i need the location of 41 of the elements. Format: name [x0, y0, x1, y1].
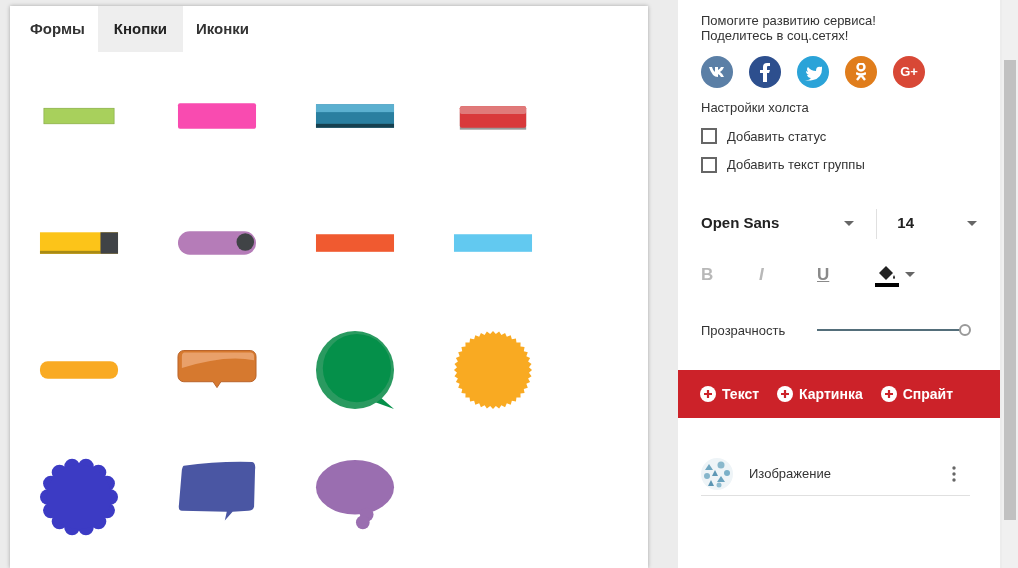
checkbox[interactable]	[701, 156, 717, 173]
section-title: Настройки холста	[701, 99, 810, 117]
bar-shape[interactable]	[316, 103, 394, 128]
tab[interactable]: Иконки	[185, 6, 261, 52]
callout-shape[interactable]	[177, 349, 257, 388]
add-button[interactable]: Текст	[700, 383, 762, 405]
odnoklassniki-logo-icon	[856, 63, 866, 81]
badge-shape[interactable]	[40, 458, 118, 535]
share-button[interactable]: G+	[893, 56, 925, 88]
plus-icon	[777, 386, 794, 402]
thought-bubble-shape[interactable]	[316, 459, 394, 529]
add-button[interactable]: Картинка	[777, 383, 865, 405]
toggle-shape[interactable]	[178, 230, 256, 255]
layer-item[interactable]: Изображение	[701, 456, 970, 496]
opacity-label: Прозрачность	[701, 321, 787, 340]
plus-icon	[700, 386, 716, 402]
speech-bubble-shape[interactable]	[178, 461, 256, 520]
share-button[interactable]	[749, 56, 781, 88]
starburst-shape[interactable]	[454, 330, 532, 409]
more-icon[interactable]	[952, 465, 956, 482]
slider-thumb[interactable]	[959, 324, 971, 337]
checkbox[interactable]	[701, 128, 717, 145]
share-button[interactable]	[701, 56, 733, 88]
underline-button[interactable]: U	[817, 261, 875, 288]
plus-icon	[880, 386, 897, 402]
caret-icon	[905, 272, 915, 277]
share-text: Помогите развитию сервиса! Поделитесь в соц.сетях!	[701, 13, 877, 43]
add-button[interactable]: Спрайт	[880, 383, 956, 405]
tab[interactable]: Формы	[19, 6, 96, 52]
font-size-select[interactable]: 14	[877, 212, 977, 235]
caret-icon	[844, 221, 855, 226]
tab[interactable]: Кнопки	[97, 6, 183, 52]
checkbox-label: Добавить статус	[727, 127, 827, 146]
facebook-logo-icon	[759, 61, 771, 83]
bar-shape[interactable]	[40, 231, 118, 254]
round-bubble-shape[interactable]	[316, 330, 394, 409]
scrollbar[interactable]	[1002, 0, 1018, 568]
font-family-select[interactable]: Open Sans	[701, 212, 877, 235]
vk-logo-icon	[709, 66, 725, 78]
checkbox-label: Добавить текст группы	[727, 156, 865, 174]
caret-icon	[967, 221, 977, 226]
